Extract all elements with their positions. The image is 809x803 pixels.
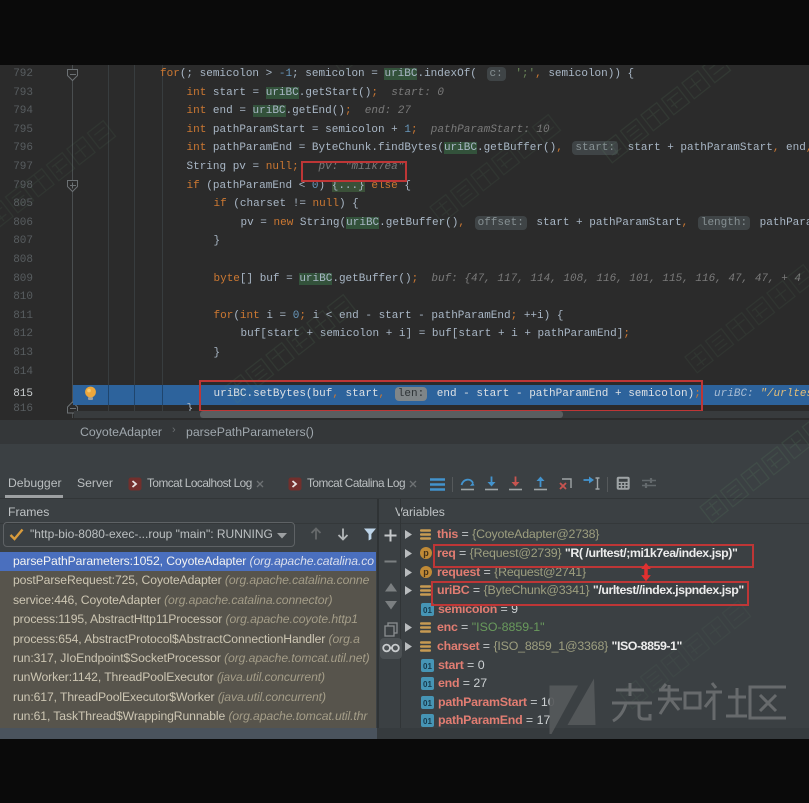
svg-text:01: 01: [423, 606, 432, 615]
svg-text:01: 01: [423, 661, 432, 670]
svg-text:01: 01: [423, 680, 432, 689]
svg-text:01: 01: [423, 717, 432, 726]
svg-text:01: 01: [423, 699, 432, 708]
svg-text:p: p: [423, 548, 429, 558]
svg-text:p: p: [423, 567, 429, 577]
